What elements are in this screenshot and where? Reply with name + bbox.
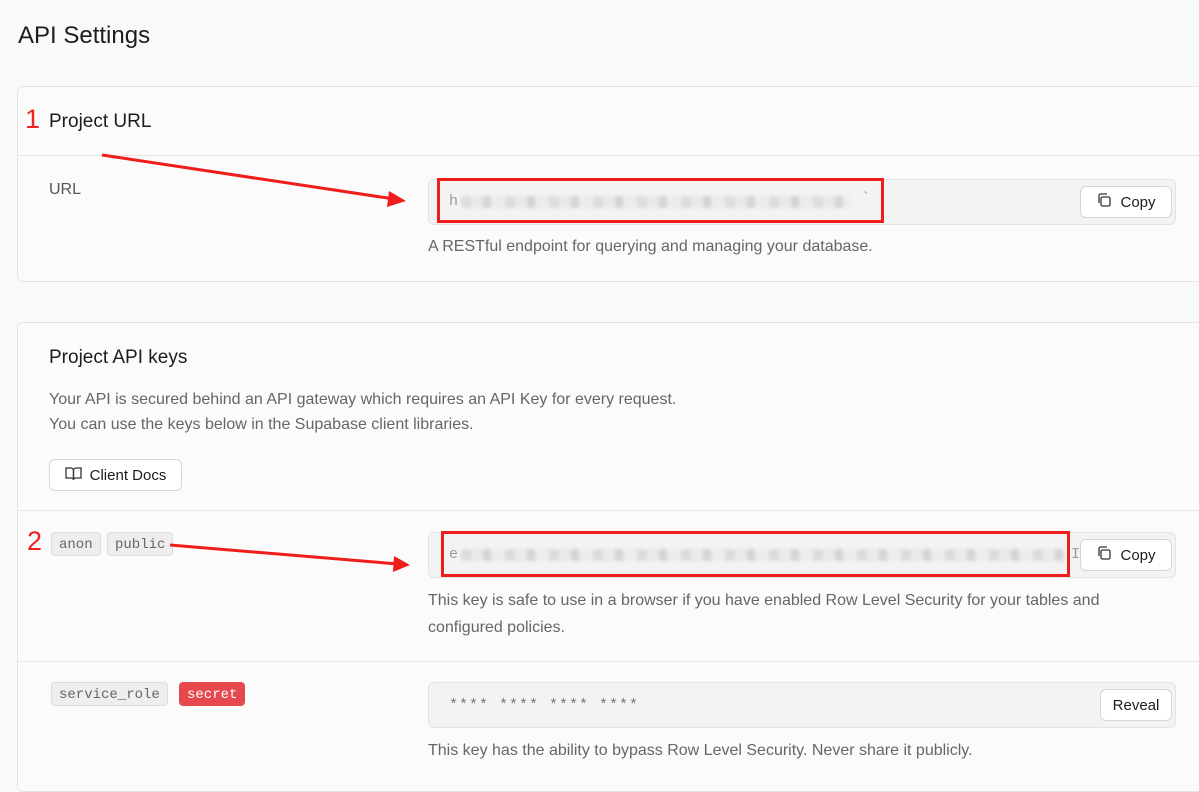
copy-url-button[interactable]: Copy: [1080, 186, 1172, 218]
annotation-box-anon-key: [441, 531, 1070, 577]
page-title: API Settings: [18, 22, 151, 49]
annotation-number-1: 1: [25, 104, 41, 134]
copy-button-label: Copy: [1120, 193, 1156, 211]
public-tag: public: [107, 532, 174, 556]
url-description: A RESTful endpoint for querying and mana…: [428, 238, 873, 255]
divider: [18, 661, 1199, 662]
url-label: URL: [49, 181, 82, 198]
api-keys-intro-line1: Your API is secured behind an API gatewa…: [49, 391, 677, 408]
service-role-key-description: This key has the ability to bypass Row L…: [428, 742, 973, 759]
annotation-box-url: [437, 178, 884, 223]
client-docs-button[interactable]: Client Docs: [49, 459, 182, 491]
copy-button-label: Copy: [1120, 546, 1156, 564]
anon-tag: anon: [51, 532, 101, 556]
api-keys-title: Project API keys: [49, 347, 188, 368]
anon-key-value-end: I: [1071, 546, 1081, 563]
secret-tag: secret: [179, 682, 246, 706]
service-role-tag: service_role: [51, 682, 168, 706]
anon-key-description-line1: This key is safe to use in a browser if …: [428, 592, 1100, 609]
service-role-key-masked: **** **** **** ****: [449, 697, 640, 714]
copy-icon: [1096, 192, 1112, 212]
client-docs-label: Client Docs: [89, 466, 167, 484]
divider: [18, 510, 1199, 511]
book-open-icon: [64, 466, 82, 485]
service-role-key-field[interactable]: **** **** **** **** Reveal: [428, 682, 1176, 728]
divider: [18, 155, 1199, 156]
project-url-title: Project URL: [49, 111, 152, 132]
api-keys-intro-line2: You can use the keys below in the Supaba…: [49, 416, 474, 433]
copy-anon-key-button[interactable]: Copy: [1080, 539, 1172, 571]
reveal-button-label: Reveal: [1112, 696, 1160, 714]
anon-key-description-line2: configured policies.: [428, 619, 565, 636]
copy-icon: [1096, 545, 1112, 565]
reveal-key-button[interactable]: Reveal: [1100, 689, 1172, 721]
annotation-number-2: 2: [27, 526, 43, 556]
